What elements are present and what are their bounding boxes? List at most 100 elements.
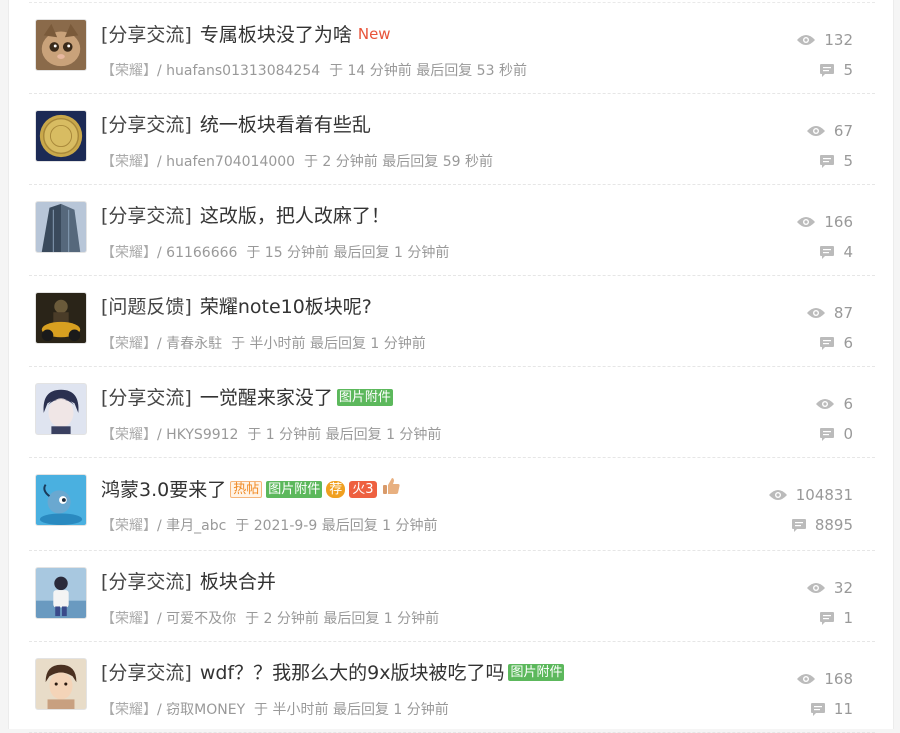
thread-title[interactable]: [分享交流] 专属板块没了为啥 New — [101, 21, 391, 48]
thread-title-text[interactable]: 鸿蒙3.0要来了 — [101, 479, 226, 501]
forum-name[interactable]: 【荣耀】 — [101, 702, 157, 718]
author-name[interactable]: huafans01313084254 — [166, 63, 320, 79]
thread-list: [分享交流] 专属板块没了为啥 New 【荣耀】/ huafans013130842… — [29, 0, 875, 733]
avatar[interactable] — [35, 474, 87, 526]
reply-count-value: 5 — [843, 61, 853, 79]
forum-name[interactable]: 【荣耀】 — [101, 518, 157, 534]
meta-separator: / — [157, 154, 162, 170]
thread-row[interactable]: [分享交流] 一觉醒来家没了 图片附件 【荣耀】/ HKYS9912 于 1 分钟前… — [29, 367, 875, 458]
time-text: 于 半小时前 最后回复 1 分钟前 — [254, 702, 449, 718]
avatar-person-image — [36, 568, 86, 618]
comment-icon — [820, 427, 835, 441]
view-count: 104831 — [768, 486, 853, 504]
eye-icon — [816, 399, 835, 409]
author-name[interactable]: 聿月_abc — [166, 518, 226, 534]
thread-category[interactable]: [分享交流] — [101, 387, 192, 409]
reply-count: 4 — [819, 243, 853, 261]
thread-title-text[interactable]: 统一板块看着有些乱 — [200, 114, 371, 136]
avatar[interactable] — [35, 292, 87, 344]
thread-title-text[interactable]: 专属板块没了为啥 — [200, 24, 352, 46]
thread-category[interactable]: [分享交流] — [101, 571, 192, 593]
thread-row[interactable]: 鸿蒙3.0要来了 热帖 图片附件荐火3 【荣耀】/ 聿月_abc 于 2021-9-… — [29, 458, 875, 551]
reply-count: 11 — [810, 700, 853, 718]
hot-post-badge: 热帖 — [230, 481, 263, 498]
recommended-badge: 荐 — [326, 481, 346, 498]
time-text: 于 2 分钟前 最后回复 59 秒前 — [303, 154, 493, 170]
meta-separator: / — [157, 518, 162, 534]
reply-count-value: 8895 — [814, 516, 853, 534]
thread-title-text[interactable]: 这改版，把人改麻了！ — [200, 205, 390, 227]
image-attachment-badge: 图片附件 — [336, 389, 393, 406]
author-name[interactable]: HKYS9912 — [166, 427, 238, 443]
thread-title[interactable]: [问题反馈] 荣耀note10板块呢? — [101, 294, 372, 320]
avatar[interactable] — [35, 110, 87, 162]
thread-category[interactable]: [问题反馈] — [101, 296, 192, 318]
avatar-building-image — [36, 202, 86, 252]
thread-row[interactable]: [分享交流] wdf？？我那么大的9x版块被吃了吗 图片附件 【荣耀】/ 窃取MON… — [29, 642, 875, 733]
avatar[interactable] — [35, 19, 87, 71]
thread-row[interactable]: [分享交流] 专属板块没了为啥 New 【荣耀】/ huafans013130842… — [29, 3, 875, 94]
avatar-cat-image — [36, 20, 86, 70]
thread-meta: 【荣耀】/ 窃取MONEY 于 半小时前 最后回复 1 分钟前 — [101, 699, 449, 719]
thread-meta: 【荣耀】/ HKYS9912 于 1 分钟前 最后回复 1 分钟前 — [101, 424, 441, 444]
forum-name[interactable]: 【荣耀】 — [101, 154, 157, 170]
meta-separator: / — [157, 336, 162, 352]
author-name[interactable]: 可爱不及你 — [166, 611, 236, 627]
view-count: 132 — [796, 31, 853, 49]
view-count-value: 104831 — [795, 486, 853, 504]
avatar[interactable] — [35, 201, 87, 253]
thread-row[interactable]: [分享交流] 板块合并 【荣耀】/ 可爱不及你 于 2 分钟前 最后回复 1 分钟… — [29, 551, 875, 642]
comment-icon — [820, 611, 835, 625]
forum-name[interactable]: 【荣耀】 — [101, 336, 157, 352]
forum-name[interactable]: 【荣耀】 — [101, 63, 157, 79]
forum-name[interactable]: 【荣耀】 — [101, 245, 157, 261]
thread-title[interactable]: [分享交流] 一觉醒来家没了 图片附件 — [101, 385, 393, 411]
thread-meta: 【荣耀】/ huafans01313084254 于 14 分钟前 最后回复 5… — [101, 60, 527, 80]
meta-separator: / — [157, 427, 162, 443]
view-count-value: 6 — [843, 395, 853, 413]
meta-separator: / — [157, 702, 162, 718]
image-attachment-badge: 图片附件 — [266, 481, 323, 498]
forum-name[interactable]: 【荣耀】 — [101, 427, 157, 443]
thread-title[interactable]: [分享交流] 这改版，把人改麻了！ — [101, 203, 390, 229]
thread-category[interactable]: [分享交流] — [101, 114, 192, 136]
thread-category[interactable]: [分享交流] — [101, 662, 192, 684]
eye-icon — [797, 217, 816, 227]
thread-meta: 【荣耀】/ huafen704014000 于 2 分钟前 最后回复 59 秒前 — [101, 151, 493, 171]
thread-category[interactable]: [分享交流] — [101, 24, 192, 46]
view-count: 6 — [815, 395, 853, 413]
author-name[interactable]: 窃取MONEY — [166, 702, 245, 718]
thread-title-text[interactable]: 板块合并 — [200, 571, 276, 593]
time-text: 于 15 分钟前 最后回复 1 分钟前 — [246, 245, 450, 261]
thread-title[interactable]: [分享交流] wdf？？我那么大的9x版块被吃了吗 图片附件 — [101, 660, 565, 686]
avatar-coin-image — [36, 111, 86, 161]
view-count-value: 67 — [833, 122, 853, 140]
time-text: 于 2021-9-9 最后回复 1 分钟前 — [235, 518, 438, 534]
thread-title[interactable]: [分享交流] 统一板块看着有些乱 — [101, 112, 371, 138]
thread-row[interactable]: [分享交流] 这改版，把人改麻了！ 【荣耀】/ 61166666 于 15 分钟前… — [29, 185, 875, 276]
author-name[interactable]: 青春永駐 — [166, 336, 222, 352]
thread-title[interactable]: [分享交流] 板块合并 — [101, 569, 276, 595]
thread-title[interactable]: 鸿蒙3.0要来了 热帖 图片附件荐火3 — [101, 476, 401, 503]
reply-count-value: 11 — [833, 700, 853, 718]
avatar[interactable] — [35, 567, 87, 619]
thread-row[interactable]: [分享交流] 统一板块看着有些乱 【荣耀】/ huafen704014000 于 … — [29, 94, 875, 185]
eye-icon — [806, 583, 825, 593]
author-name[interactable]: huafen704014000 — [166, 154, 295, 170]
thread-meta: 【荣耀】/ 可爱不及你 于 2 分钟前 最后回复 1 分钟前 — [101, 608, 439, 628]
view-count-value: 87 — [833, 304, 853, 322]
thread-title-text[interactable]: wdf？？我那么大的9x版块被吃了吗 — [200, 662, 505, 684]
avatar[interactable] — [35, 383, 87, 435]
fire-badge: 火3 — [349, 481, 377, 498]
thread-category[interactable]: [分享交流] — [101, 205, 192, 227]
thread-title-text[interactable]: 荣耀note10板块呢? — [200, 296, 372, 318]
reply-count: 1 — [819, 609, 853, 627]
eye-icon — [806, 126, 825, 136]
thread-title-text[interactable]: 一觉醒来家没了 — [200, 387, 333, 409]
avatar[interactable] — [35, 658, 87, 710]
author-name[interactable]: 61166666 — [166, 245, 237, 261]
thread-row[interactable]: [问题反馈] 荣耀note10板块呢? 【荣耀】/ 青春永駐 于 半小时前 最后回… — [29, 276, 875, 367]
avatar-cartoon-image — [36, 475, 86, 525]
forum-name[interactable]: 【荣耀】 — [101, 611, 157, 627]
eye-icon — [768, 490, 787, 500]
